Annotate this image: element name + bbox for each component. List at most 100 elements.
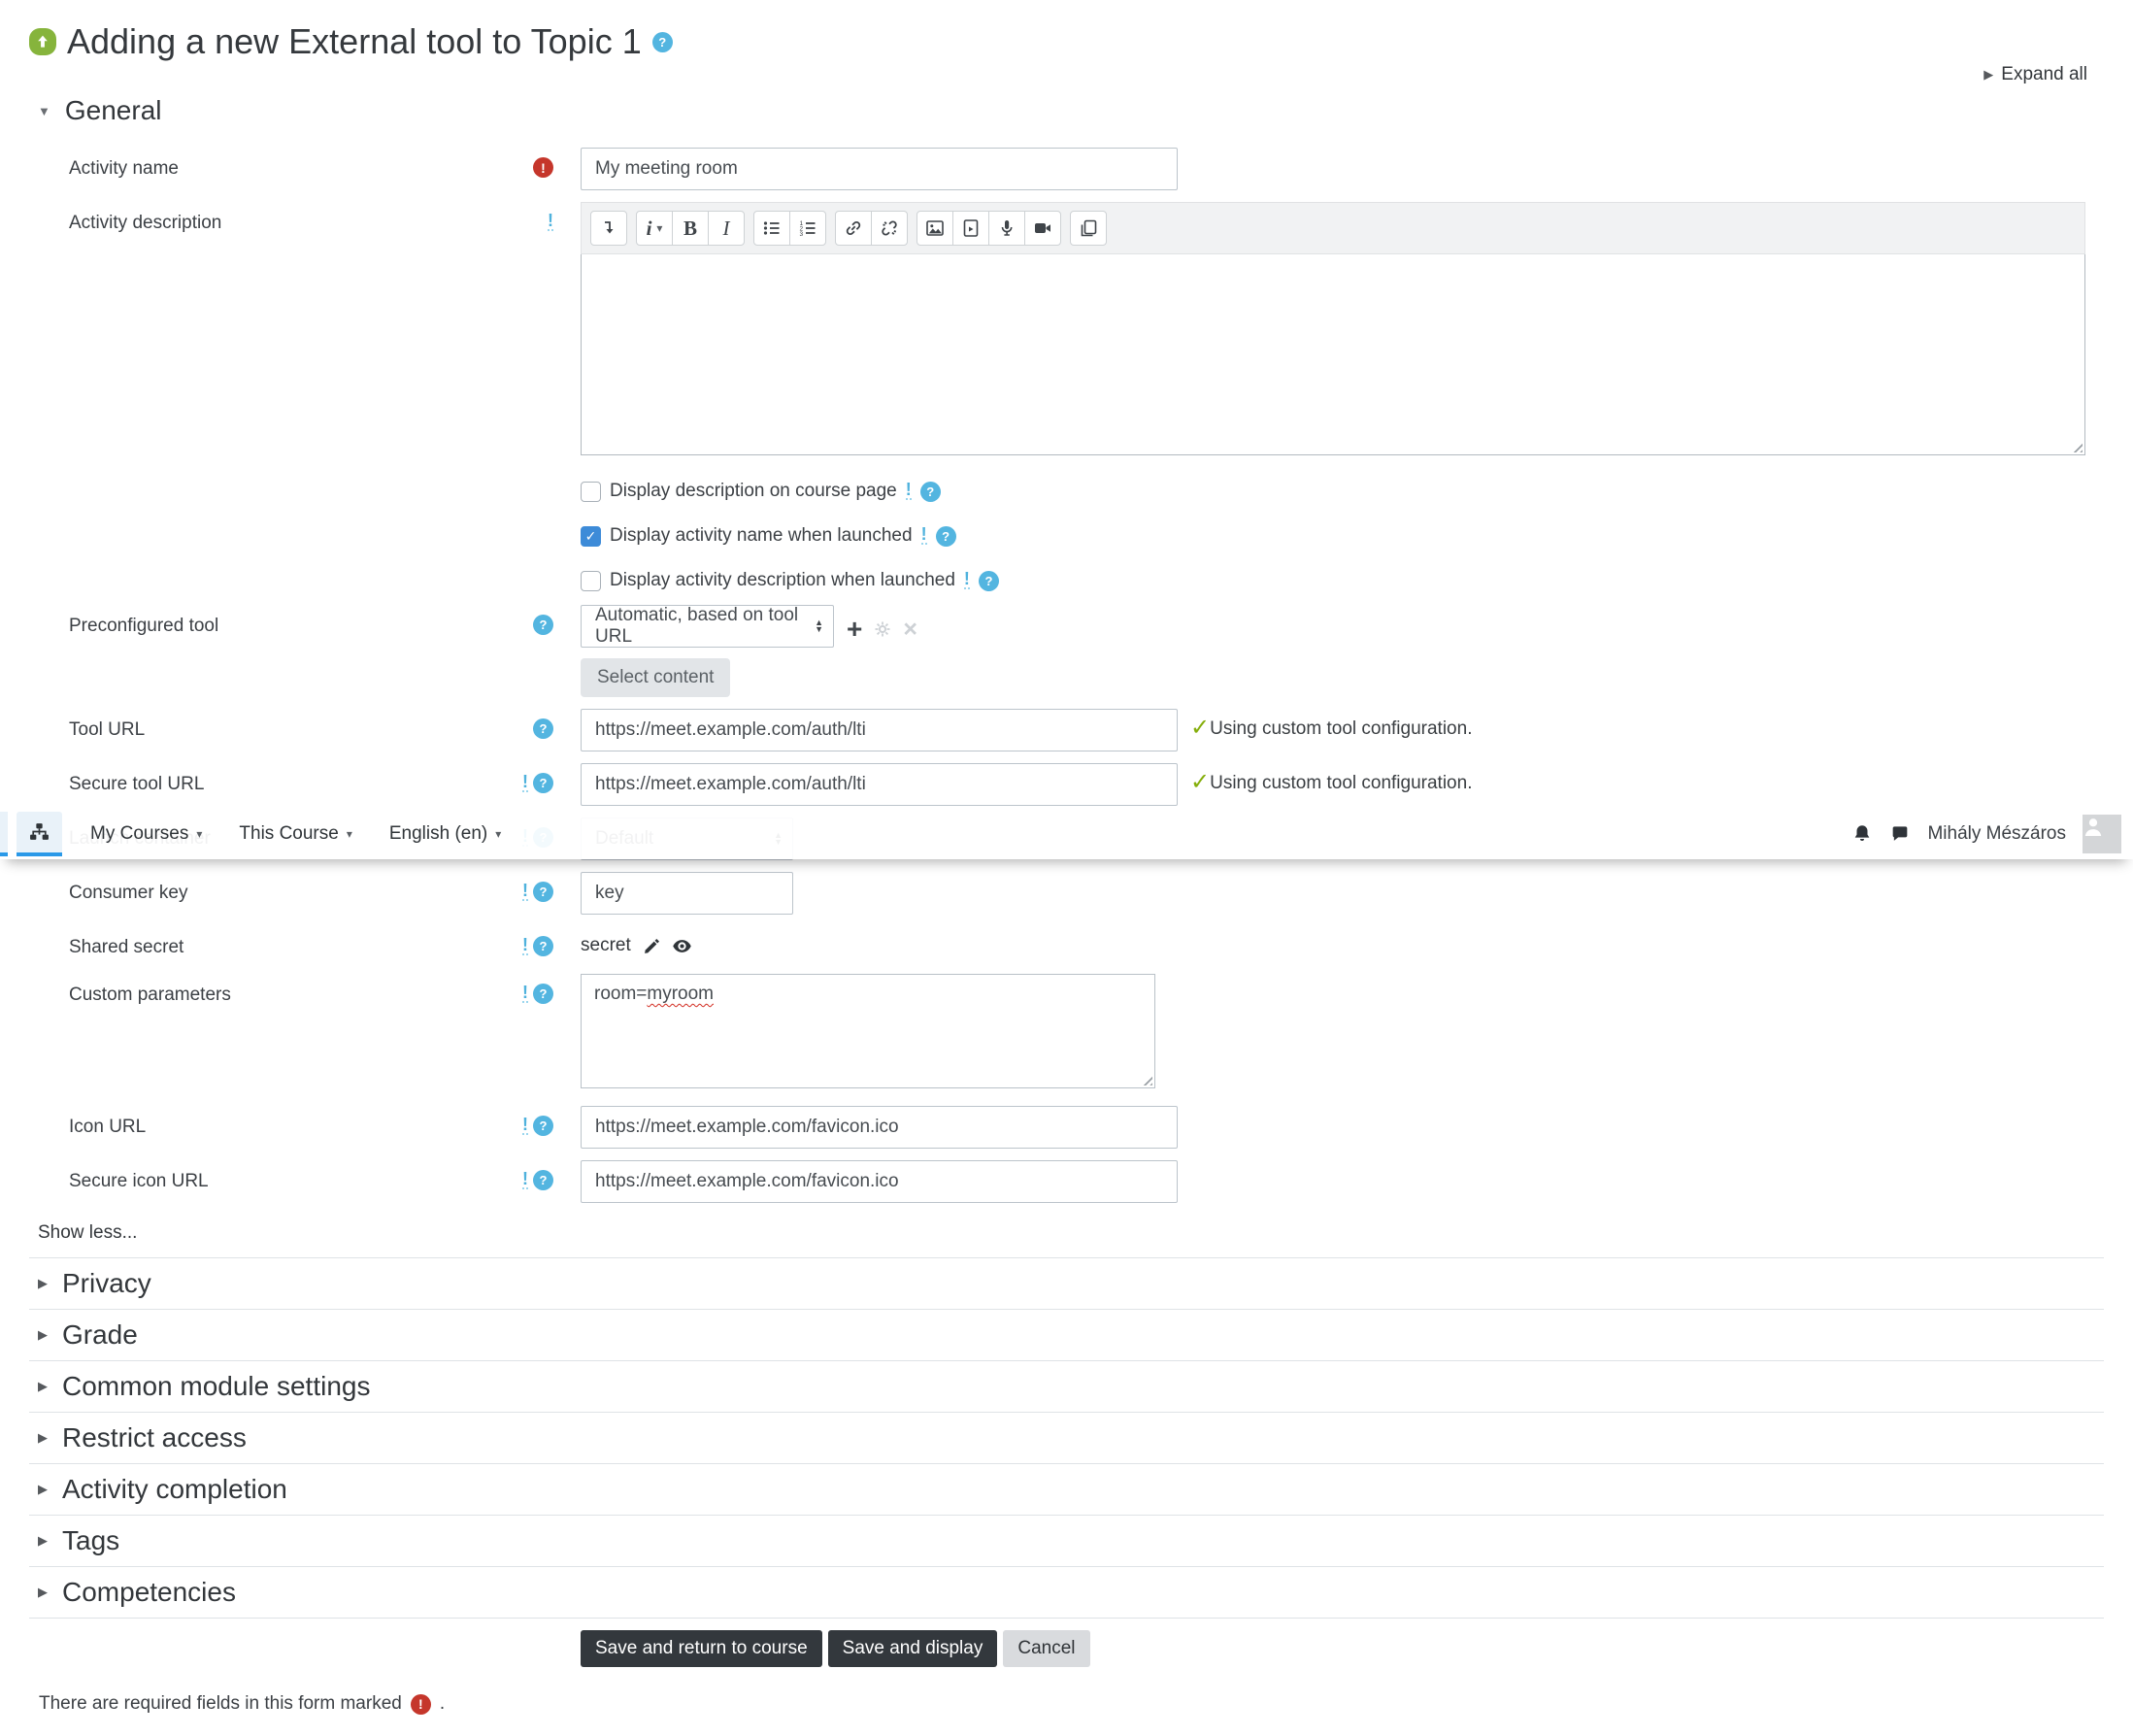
add-tool-icon[interactable]: [847, 616, 862, 643]
eye-icon[interactable]: [672, 937, 691, 955]
secure-icon-url-input[interactable]: [581, 1160, 1178, 1203]
expand-all-link[interactable]: Expand all: [29, 64, 2087, 85]
preconfigured-tool-label: Preconfigured tool: [69, 616, 219, 636]
expand-all-label: Expand all: [2001, 64, 2087, 84]
help-icon[interactable]: [978, 570, 999, 591]
advanced-field-icon: [920, 525, 927, 545]
custom-parameters-label: Custom parameters: [69, 985, 231, 1005]
user-name[interactable]: Mihály Mészáros: [1927, 823, 2066, 845]
navbar-right: Mihály Mészáros: [1851, 814, 2133, 853]
advanced-field-icon: [548, 212, 553, 231]
collapsed-sections: Privacy Grade Common module settings Res…: [29, 1257, 2104, 1619]
section-heading-activity-completion[interactable]: Activity completion: [29, 1464, 2104, 1516]
help-icon[interactable]: [533, 936, 553, 956]
preconfigured-tool-select[interactable]: Automatic, based on tool URL ▲ ▼: [581, 605, 834, 648]
checkbox-row-display-activity-name: Display activity name when launched: [581, 525, 2104, 547]
section-heading-restrict-access[interactable]: Restrict access: [29, 1413, 2104, 1464]
checkbox-row-display-description: Display description on course page: [581, 481, 2104, 502]
help-icon[interactable]: [533, 1116, 553, 1136]
edit-pencil-icon[interactable]: [643, 937, 661, 955]
unlink-icon[interactable]: [871, 211, 908, 246]
advanced-field-icon: [522, 984, 528, 1003]
chevron-right-icon: [38, 1482, 48, 1497]
chat-icon[interactable]: [1889, 823, 1911, 845]
save-and-return-button[interactable]: Save and return to course: [581, 1630, 822, 1667]
floating-navbar: My Courses This Course English (en) Mihá…: [0, 808, 2133, 859]
section-heading-general[interactable]: General: [29, 95, 2104, 126]
chevron-down-icon: [347, 827, 352, 841]
section-heading-competencies[interactable]: Competencies: [29, 1567, 2104, 1619]
icon-url-input[interactable]: [581, 1106, 1178, 1149]
description-editor-area[interactable]: [581, 254, 2085, 455]
section-heading-tags[interactable]: Tags: [29, 1516, 2104, 1567]
menu-language[interactable]: English (en): [389, 823, 501, 845]
checkbox-row-display-activity-description: Display activity description when launch…: [581, 570, 2104, 591]
navbar-overlap-zone: Launch container Default ▲▼ My Courses T…: [0, 808, 2133, 860]
help-icon[interactable]: [533, 718, 553, 739]
activity-description-label: Activity description: [69, 213, 222, 233]
display-activity-name-checkbox[interactable]: [581, 525, 601, 547]
avatar[interactable]: [2083, 814, 2121, 853]
cancel-button[interactable]: Cancel: [1003, 1630, 1090, 1667]
nav-tab-partial[interactable]: [0, 811, 8, 856]
display-description-checkbox[interactable]: [581, 481, 601, 502]
chevron-right-icon: [38, 1430, 48, 1446]
manage-files-icon[interactable]: [1070, 211, 1107, 246]
menu-my-courses[interactable]: My Courses: [90, 823, 202, 845]
help-icon[interactable]: [935, 525, 956, 547]
chevron-right-icon: [38, 1533, 48, 1549]
selected-option: Automatic, based on tool URL: [595, 605, 799, 647]
record-video-icon[interactable]: [1024, 211, 1061, 246]
unordered-list-icon[interactable]: [753, 211, 790, 246]
select-content-button[interactable]: Select content: [581, 658, 731, 697]
custom-parameters-textarea[interactable]: room=myroom: [581, 974, 1155, 1088]
help-icon[interactable]: [533, 882, 553, 902]
tool-url-input[interactable]: [581, 709, 1178, 751]
section-heading-privacy[interactable]: Privacy: [29, 1258, 2104, 1310]
help-icon[interactable]: [533, 1170, 553, 1190]
delete-tool-icon: [903, 618, 917, 642]
help-icon[interactable]: [533, 984, 553, 1004]
collapse-toolbar-icon[interactable]: [590, 211, 627, 246]
nav-tab-sitemap[interactable]: [17, 811, 62, 856]
row-secure-icon-url: Secure icon URL: [29, 1160, 2104, 1203]
link-icon[interactable]: [835, 211, 872, 246]
help-icon[interactable]: [919, 481, 941, 502]
misspelled-word: myroom: [647, 984, 715, 1004]
general-heading-label: General: [64, 95, 162, 125]
row-secure-tool-url: Secure tool URL ✓ Using custom tool conf…: [29, 763, 2104, 806]
menu-this-course[interactable]: This Course: [239, 823, 351, 845]
row-tool-url: Tool URL ✓ Using custom tool configurati…: [29, 709, 2104, 751]
advanced-field-icon: [522, 1170, 528, 1189]
section-heading-common-module-settings[interactable]: Common module settings: [29, 1361, 2104, 1413]
bold-icon[interactable]: B: [672, 211, 709, 246]
show-less-link[interactable]: Show less...: [38, 1222, 2104, 1244]
shared-secret-label: Shared secret: [69, 937, 184, 957]
record-audio-icon[interactable]: [988, 211, 1025, 246]
bell-icon[interactable]: [1851, 823, 1873, 845]
paragraph-format-icon[interactable]: i: [636, 211, 673, 246]
sitemap-icon: [30, 823, 49, 840]
checkbox-label: Display activity description when launch…: [610, 570, 955, 590]
help-icon[interactable]: [533, 773, 553, 793]
title-help-icon[interactable]: [651, 31, 673, 52]
display-activity-description-checkbox[interactable]: [581, 570, 601, 591]
insert-image-icon[interactable]: [917, 211, 953, 246]
help-icon[interactable]: [533, 615, 553, 635]
chevron-down-icon: [196, 827, 202, 841]
row-activity-description: Activity description i B I: [29, 202, 2104, 455]
section-heading-grade[interactable]: Grade: [29, 1310, 2104, 1361]
chevron-down-icon: [38, 104, 50, 118]
gear-icon: [875, 621, 890, 637]
consumer-key-input[interactable]: [581, 872, 793, 915]
italic-icon[interactable]: I: [708, 211, 745, 246]
secure-tool-url-input[interactable]: [581, 763, 1178, 806]
activity-name-input[interactable]: [581, 148, 1178, 190]
ordered-list-icon[interactable]: 123: [789, 211, 826, 246]
navbar-menus: My Courses This Course English (en): [90, 823, 501, 845]
secure-tool-url-status: ✓ Using custom tool configuration.: [1190, 769, 1473, 795]
advanced-field-icon: [522, 773, 528, 792]
advanced-field-icon: [522, 1116, 528, 1135]
insert-media-icon[interactable]: [952, 211, 989, 246]
save-and-display-button[interactable]: Save and display: [827, 1630, 998, 1667]
